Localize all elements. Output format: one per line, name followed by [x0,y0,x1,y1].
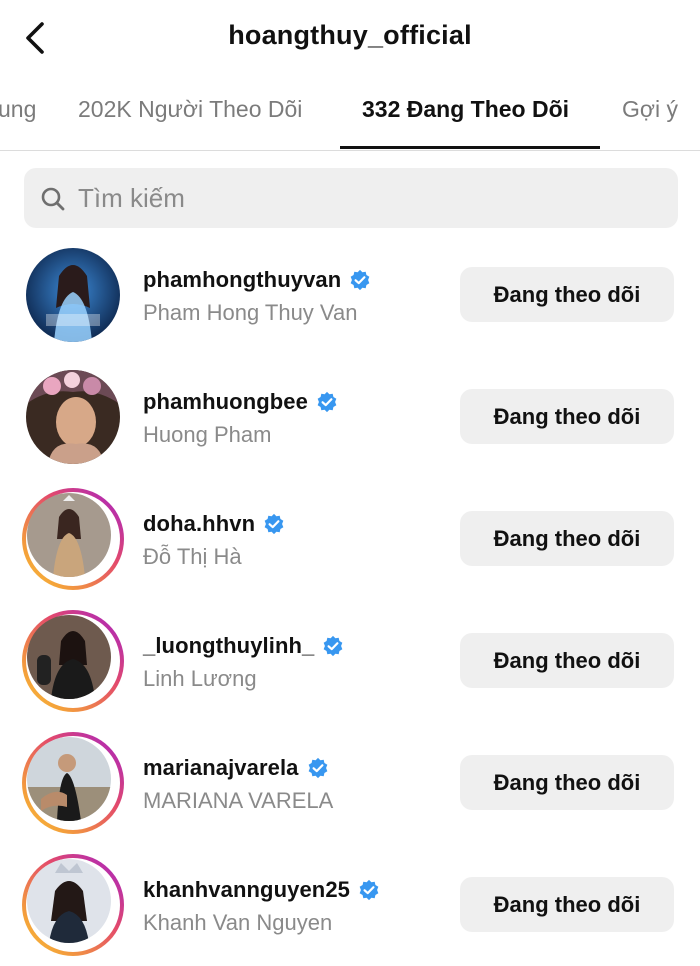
verified-badge-icon [350,269,370,291]
username[interactable]: khanhvannguyen25 [143,877,350,903]
search-icon [41,187,65,211]
tab-following[interactable]: 332 Đang Theo Dõi [362,96,569,123]
full-name: Huong Pham [143,422,272,447]
list-item[interactable]: phamhuongbee Huong Pham Đang theo dõi [0,356,700,478]
list-item[interactable]: _luongthuylinh_ Linh Lương Đang theo dõi [0,600,700,722]
avatar[interactable] [22,854,124,956]
tab-partial[interactable]: ung [0,96,36,123]
verified-badge-icon [324,635,343,657]
list-item[interactable]: doha.hhvn Đỗ Thị Hà Đang theo dõi [0,478,700,600]
username[interactable]: doha.hhvn [143,511,255,537]
verified-badge-icon [317,391,337,413]
full-name: Đỗ Thị Hà [143,544,242,569]
list-item[interactable]: marianajvarela MARIANA VARELA Đang theo … [0,722,700,844]
username[interactable]: phamhuongbee [143,389,308,415]
username[interactable]: marianajvarela [143,755,299,781]
search-bar[interactable] [24,168,678,228]
avatar[interactable] [22,488,124,590]
avatar[interactable] [22,732,124,834]
tab-followers[interactable]: 202K Người Theo Dõi [78,96,302,123]
following-button[interactable]: Đang theo dõi [460,267,674,322]
full-name: MARIANA VARELA [143,788,334,813]
page-title: hoangthuy_official [228,20,472,50]
following-button[interactable]: Đang theo dõi [460,755,674,810]
verified-badge-icon [264,513,284,535]
username[interactable]: phamhongthuyvan [143,267,341,293]
avatar[interactable] [22,366,124,468]
top-bar: hoangthuy_official [0,0,700,80]
tab-suggestions[interactable]: Gợi ý [622,96,678,123]
verified-badge-icon [308,757,327,779]
tab-bar: ung 202K Người Theo Dõi 332 Đang Theo Dõ… [0,80,700,151]
avatar[interactable] [22,610,124,712]
full-name: Linh Lương [143,666,257,691]
full-name: Pham Hong Thuy Van [143,300,358,325]
verified-badge-icon [359,879,379,901]
following-button[interactable]: Đang theo dõi [460,511,674,566]
following-button[interactable]: Đang theo dõi [460,633,674,688]
full-name: Khanh Van Nguyen [143,910,333,935]
username[interactable]: _luongthuylinh_ [143,633,314,659]
following-button[interactable]: Đang theo dõi [460,877,674,932]
active-tab-indicator [340,146,600,149]
search-input[interactable] [78,168,658,228]
following-button[interactable]: Đang theo dõi [460,389,674,444]
list-item[interactable]: khanhvannguyen25 Khanh Van Nguyen Đang t… [0,844,700,966]
list-item[interactable]: phamhongthuyvan Pham Hong Thuy Van Đang … [0,234,700,356]
avatar[interactable] [22,244,124,346]
